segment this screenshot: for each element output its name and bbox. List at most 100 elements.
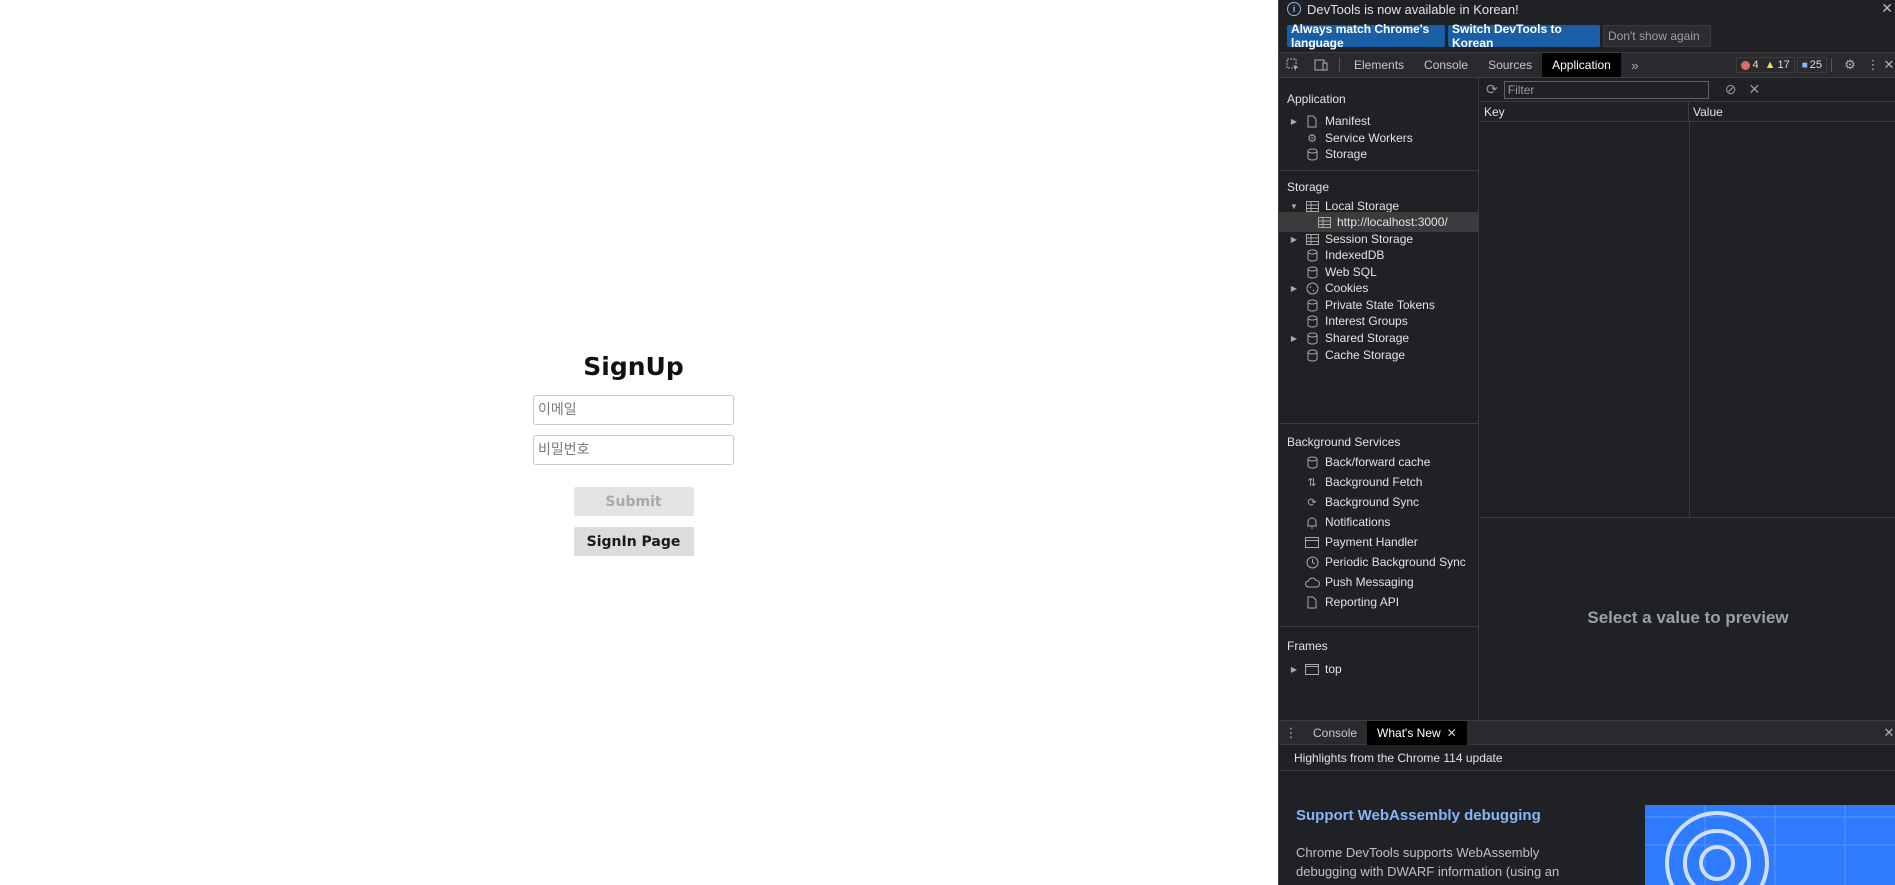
- filter-input[interactable]: [1503, 80, 1709, 99]
- collapse-arrow-icon[interactable]: ▼: [1289, 202, 1299, 211]
- drawer-tab-label: What's New: [1377, 725, 1441, 740]
- column-key-header[interactable]: Key: [1480, 102, 1689, 121]
- devtools-tabbar: Elements Console Sources Application » 4…: [1279, 52, 1895, 78]
- drawer-tab-whats-new[interactable]: What's New ✕: [1367, 720, 1467, 745]
- infobar-close-icon[interactable]: ✕: [1881, 0, 1893, 17]
- drawer-menu-icon[interactable]: ⋮: [1279, 721, 1303, 745]
- more-tabs-icon[interactable]: »: [1621, 53, 1649, 77]
- message-count: 25: [1809, 59, 1822, 71]
- clear-all-icon[interactable]: ⊘: [1725, 81, 1737, 98]
- expand-arrow-icon[interactable]: ▶: [1289, 235, 1299, 244]
- news-item-title[interactable]: Support WebAssembly debugging: [1296, 807, 1541, 824]
- password-field[interactable]: [533, 435, 734, 465]
- drawer-tab-console[interactable]: Console: [1303, 721, 1367, 745]
- sidebar-item-frame-top[interactable]: ▶ top: [1279, 659, 1478, 679]
- database-icon: [1304, 298, 1320, 312]
- storage-table-body[interactable]: [1480, 122, 1895, 518]
- web-page: SignUp Submit SignIn Page: [0, 0, 1278, 885]
- settings-gear-icon[interactable]: ⚙: [1836, 53, 1864, 77]
- more-options-icon[interactable]: ⋮: [1864, 53, 1882, 77]
- sidebar-item-label: Background Fetch: [1325, 475, 1423, 489]
- news-item-text: Chrome DevTools supports WebAssembly deb…: [1296, 845, 1560, 879]
- submit-button[interactable]: Submit: [573, 487, 694, 516]
- expand-arrow-icon[interactable]: ▶: [1289, 117, 1299, 126]
- value-preview-placeholder: Select a value to preview: [1587, 608, 1789, 627]
- signin-page-button[interactable]: SignIn Page: [573, 527, 694, 556]
- sidebar-item-label: Cookies: [1325, 281, 1369, 295]
- sidebar-item-label: Local Storage: [1325, 199, 1400, 213]
- tab-console[interactable]: Console: [1414, 53, 1478, 77]
- sidebar-item-storage-overview[interactable]: Storage: [1279, 144, 1478, 164]
- expand-arrow-icon[interactable]: ▶: [1289, 284, 1299, 293]
- close-devtools-icon[interactable]: ✕: [1882, 53, 1895, 77]
- sidebar-item-label: Web SQL: [1325, 265, 1377, 279]
- section-storage-title: Storage: [1287, 180, 1330, 194]
- sidebar-item-label: Push Messaging: [1325, 575, 1414, 589]
- info-icon: i: [1287, 2, 1301, 16]
- database-icon: [1304, 455, 1320, 469]
- database-icon: [1304, 147, 1320, 161]
- sidebar-item-background-sync[interactable]: ⟳ Background Sync: [1279, 492, 1478, 512]
- warning-icon: ▲: [1764, 59, 1776, 71]
- sidebar-item-notifications[interactable]: Notifications: [1279, 512, 1478, 532]
- frame-icon: [1304, 662, 1320, 676]
- table-icon: [1304, 199, 1320, 213]
- application-sidebar: Application ▶ Manifest ⚙ Service Workers…: [1279, 78, 1479, 720]
- signup-form: SignUp Submit SignIn Page: [533, 352, 734, 556]
- sidebar-item-background-fetch[interactable]: ⇅ Background Fetch: [1279, 472, 1478, 492]
- error-count: 4: [1752, 59, 1759, 71]
- sidebar-divider: [1279, 170, 1478, 171]
- devtools-panel: i DevTools is now available in Korean! ✕…: [1278, 0, 1895, 885]
- table-icon: [1316, 215, 1332, 229]
- close-tab-icon[interactable]: ✕: [1447, 726, 1457, 740]
- up-down-arrows-icon: ⇅: [1307, 476, 1317, 489]
- drawer-tabbar: ⋮ Console What's New ✕ ✕: [1279, 720, 1895, 745]
- sidebar-item-label: Service Workers: [1325, 131, 1413, 145]
- error-icon: [1741, 60, 1751, 70]
- delete-selected-icon[interactable]: ✕: [1748, 81, 1760, 98]
- expand-arrow-icon[interactable]: ▶: [1289, 665, 1299, 674]
- table-icon: [1304, 232, 1320, 246]
- message-icon: ■: [1801, 59, 1808, 71]
- issues-counter[interactable]: 4 ▲ 17: [1736, 57, 1795, 73]
- sidebar-item-cache-storage[interactable]: Cache Storage: [1279, 345, 1478, 365]
- tab-application[interactable]: Application: [1542, 53, 1621, 77]
- sidebar-item-label: Storage: [1325, 147, 1368, 161]
- sidebar-item-label: Interest Groups: [1325, 314, 1408, 328]
- switch-to-korean-button[interactable]: Switch DevTools to Korean: [1448, 22, 1600, 50]
- gears-icon: ⚙: [1307, 132, 1317, 145]
- bell-icon: [1304, 515, 1320, 529]
- section-application-title: Application: [1287, 92, 1346, 106]
- sidebar-item-payment-handler[interactable]: Payment Handler: [1279, 532, 1478, 552]
- email-field[interactable]: [533, 395, 734, 425]
- section-frames-title: Frames: [1287, 639, 1328, 653]
- sidebar-item-label: Session Storage: [1325, 232, 1414, 246]
- refresh-icon[interactable]: ⟳: [1486, 81, 1498, 98]
- highlights-heading: Highlights from the Chrome 114 update: [1279, 745, 1895, 771]
- close-drawer-icon[interactable]: ✕: [1882, 721, 1895, 745]
- expand-arrow-icon[interactable]: ▶: [1289, 334, 1299, 343]
- match-language-button[interactable]: Always match Chrome's language: [1287, 22, 1445, 50]
- messages-counter[interactable]: ■ 25: [1796, 57, 1827, 73]
- device-toolbar-icon[interactable]: [1307, 53, 1335, 77]
- warning-count: 17: [1777, 59, 1790, 71]
- sidebar-item-back-forward-cache[interactable]: Back/forward cache: [1279, 452, 1478, 472]
- infobar-message: DevTools is now available in Korean!: [1307, 1, 1519, 17]
- column-value-header[interactable]: Value: [1689, 102, 1723, 121]
- dont-show-again-button[interactable]: Don't show again: [1603, 25, 1711, 47]
- sidebar-item-label: Notifications: [1325, 515, 1391, 529]
- sidebar-item-label: Back/forward cache: [1325, 455, 1431, 469]
- sidebar-item-reporting-api[interactable]: Reporting API: [1279, 592, 1478, 612]
- sidebar-item-label: Private State Tokens: [1325, 298, 1435, 312]
- sidebar-item-label: Payment Handler: [1325, 535, 1418, 549]
- clock-icon: [1304, 555, 1320, 569]
- document-icon: [1304, 114, 1320, 128]
- tab-sources[interactable]: Sources: [1478, 53, 1542, 77]
- infobar-message-row: i DevTools is now available in Korean!: [1287, 0, 1519, 18]
- inspect-element-icon[interactable]: [1279, 53, 1307, 77]
- cloud-icon: [1304, 575, 1320, 589]
- sidebar-item-push-messaging[interactable]: Push Messaging: [1279, 572, 1478, 592]
- sidebar-item-periodic-background-sync[interactable]: Periodic Background Sync: [1279, 552, 1478, 572]
- database-icon: [1304, 248, 1320, 262]
- tab-elements[interactable]: Elements: [1344, 53, 1414, 77]
